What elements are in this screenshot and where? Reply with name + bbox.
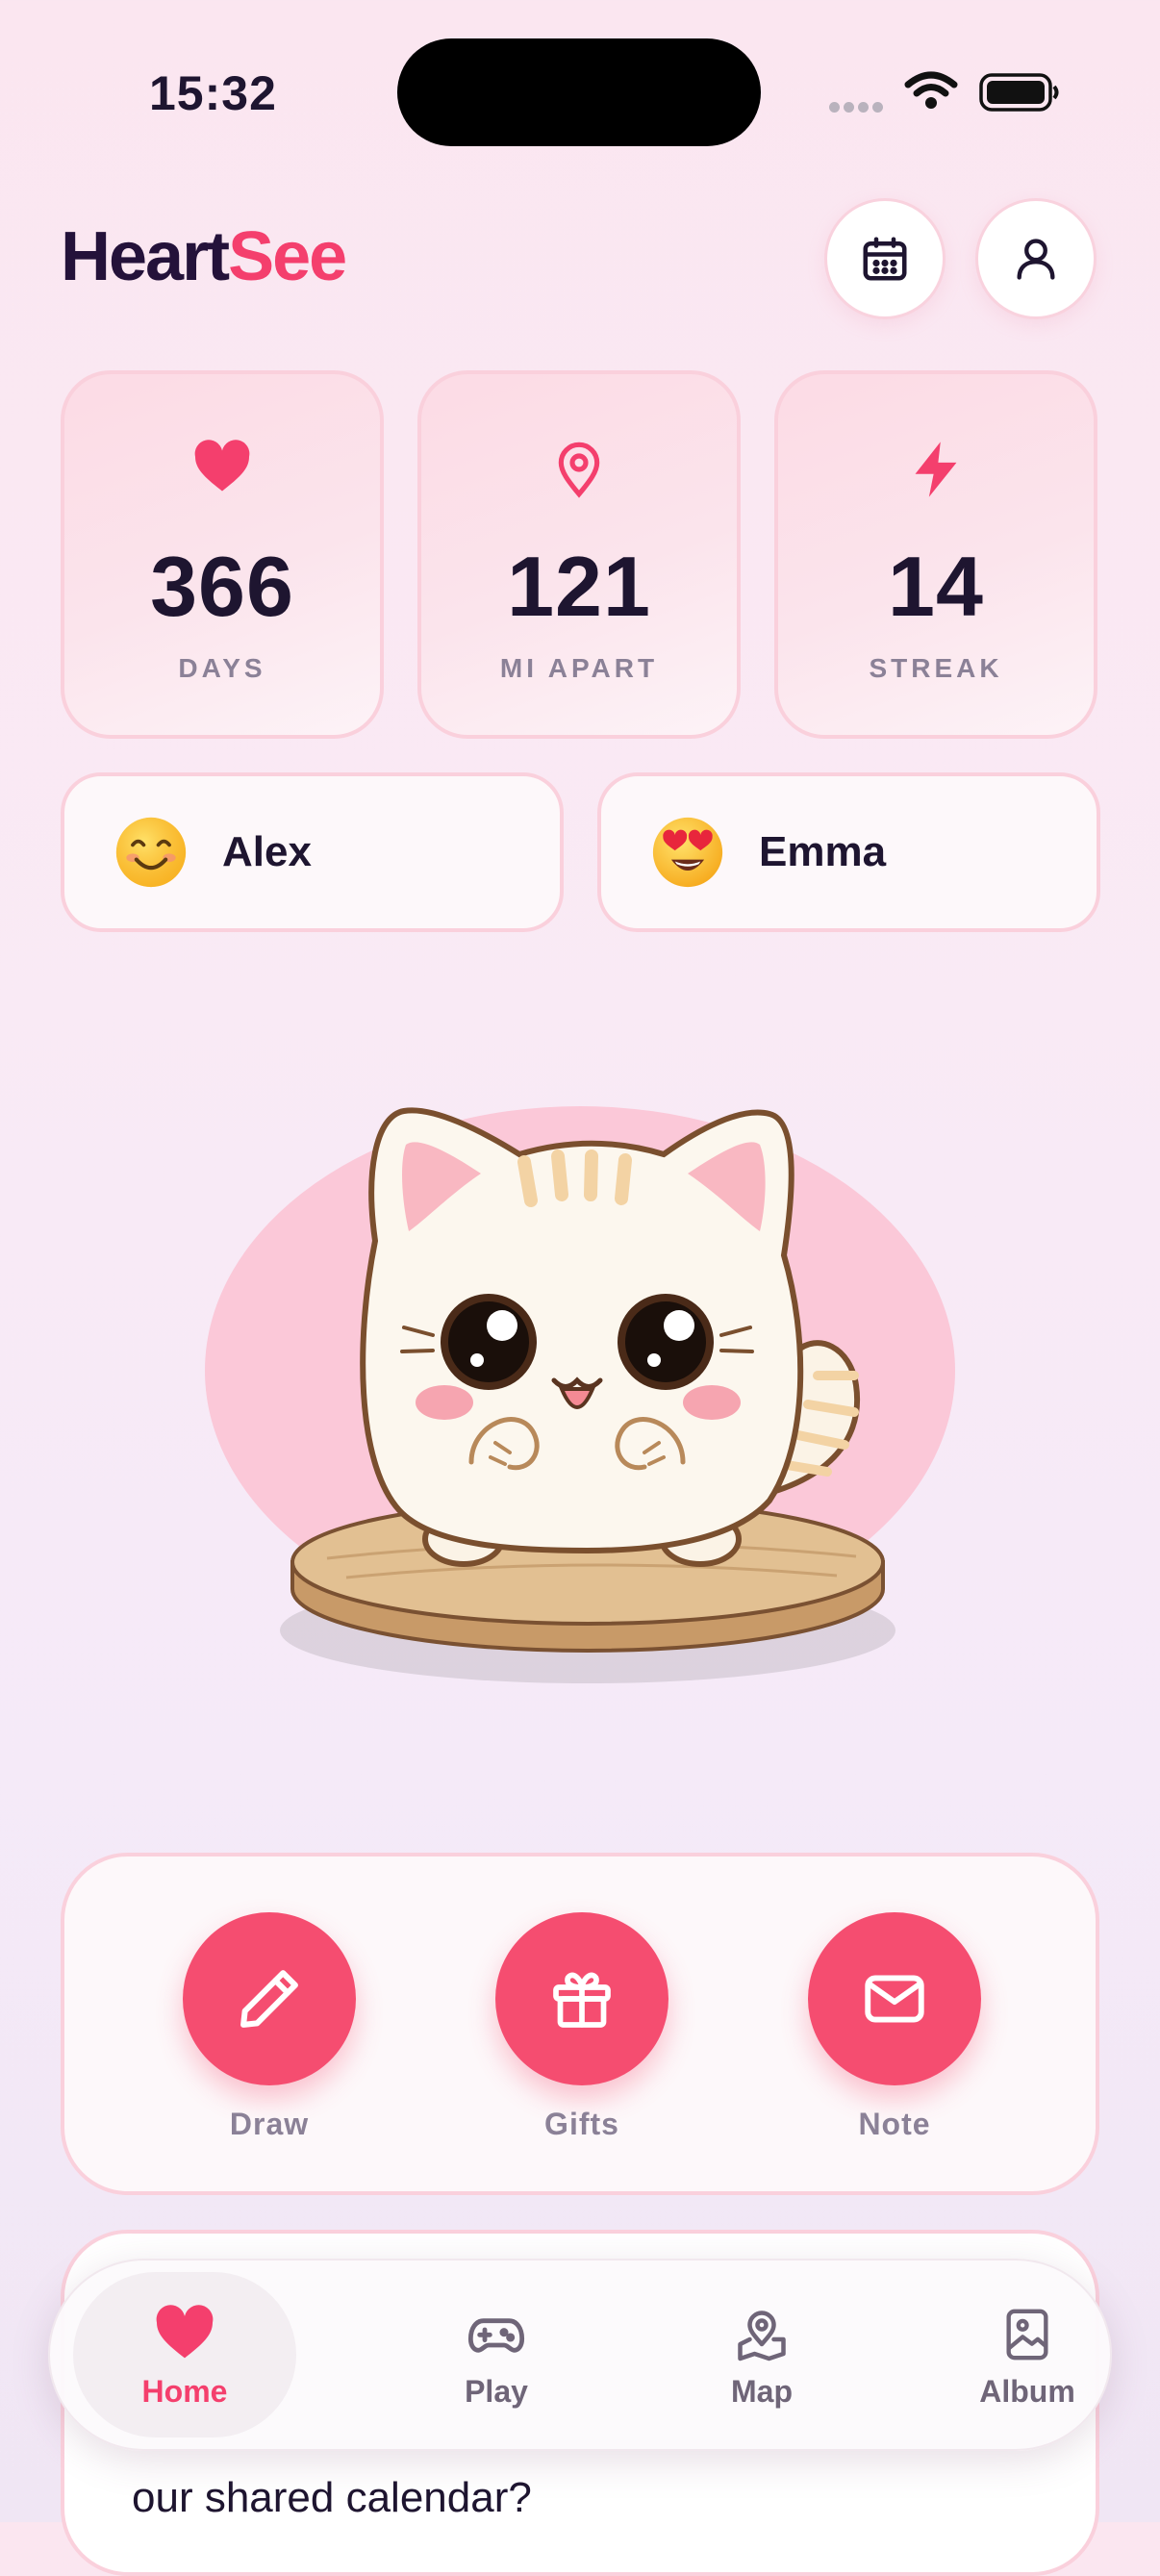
tab-home[interactable]: Home	[58, 2260, 312, 2449]
action-label: Draw	[229, 2107, 310, 2141]
cellular-signal-icon	[829, 100, 891, 114]
note-action[interactable]: Note	[808, 1912, 981, 2142]
stat-label: STREAK	[869, 653, 1003, 683]
tab-label: Home	[141, 2374, 228, 2409]
wifi-icon	[904, 71, 958, 114]
partner-name: Alex	[222, 828, 312, 875]
heart-icon	[58, 2305, 312, 2366]
tab-play[interactable]: Play	[381, 2260, 612, 2449]
stat-value: 121	[507, 539, 651, 634]
stat-value: 14	[888, 539, 984, 634]
tab-label: Map	[731, 2374, 793, 2409]
draw-action[interactable]: Draw	[183, 1912, 356, 2142]
draw-button[interactable]	[183, 1912, 356, 2085]
quick-actions-card: Draw Gifts Note	[61, 1853, 1099, 2195]
stat-card-days: 366 DAYS	[61, 370, 384, 739]
brand-part-see: See	[228, 218, 347, 295]
partner-name: Emma	[759, 828, 887, 875]
tab-map[interactable]: Map	[646, 2260, 877, 2449]
lightning-icon	[778, 440, 1094, 507]
battery-icon	[979, 73, 1060, 116]
calendar-icon	[863, 237, 907, 281]
action-label: Note	[858, 2107, 931, 2141]
stat-label: DAYS	[178, 653, 266, 683]
dynamic-island	[397, 38, 761, 146]
envelope-icon	[865, 1975, 924, 2023]
album-icon	[912, 2305, 1143, 2366]
cat-mascot-illustration[interactable]	[192, 1087, 968, 1703]
heart-icon	[64, 440, 380, 507]
brand-part-heart: Heart	[61, 218, 230, 295]
heart-eyes-emoji-icon	[652, 817, 723, 888]
tab-album[interactable]: Album	[912, 2260, 1143, 2449]
action-label: Gifts	[544, 2107, 619, 2141]
app-logo: HeartSee	[61, 217, 347, 296]
tab-label: Play	[465, 2374, 528, 2409]
stat-card-streak: 14 STREAK	[774, 370, 1097, 739]
smiling-face-emoji-icon	[115, 817, 187, 888]
tab-label: Album	[979, 2374, 1075, 2409]
note-button[interactable]	[808, 1912, 981, 2085]
gamepad-icon	[381, 2305, 612, 2366]
pencil-icon	[240, 1970, 298, 2028]
gifts-button[interactable]	[495, 1912, 668, 2085]
partner-pill-emma[interactable]: Emma	[597, 772, 1100, 932]
gift-icon	[553, 1972, 611, 2028]
user-icon	[1017, 239, 1055, 280]
bottom-tab-bar: Home Play Map Album	[48, 2259, 1112, 2451]
partner-pill-alex[interactable]: Alex	[61, 772, 564, 932]
stat-label: MI APART	[499, 653, 659, 683]
prompt-text: our shared calendar?	[132, 2474, 532, 2521]
gifts-action[interactable]: Gifts	[495, 1912, 668, 2142]
status-time: 15:32	[149, 66, 277, 120]
stat-card-distance: 121 MI APART	[417, 370, 741, 739]
map-pin-icon	[646, 2305, 877, 2366]
stat-value: 366	[150, 539, 294, 634]
location-pin-icon	[421, 440, 737, 507]
profile-button[interactable]	[975, 198, 1097, 319]
calendar-button[interactable]	[824, 198, 946, 319]
